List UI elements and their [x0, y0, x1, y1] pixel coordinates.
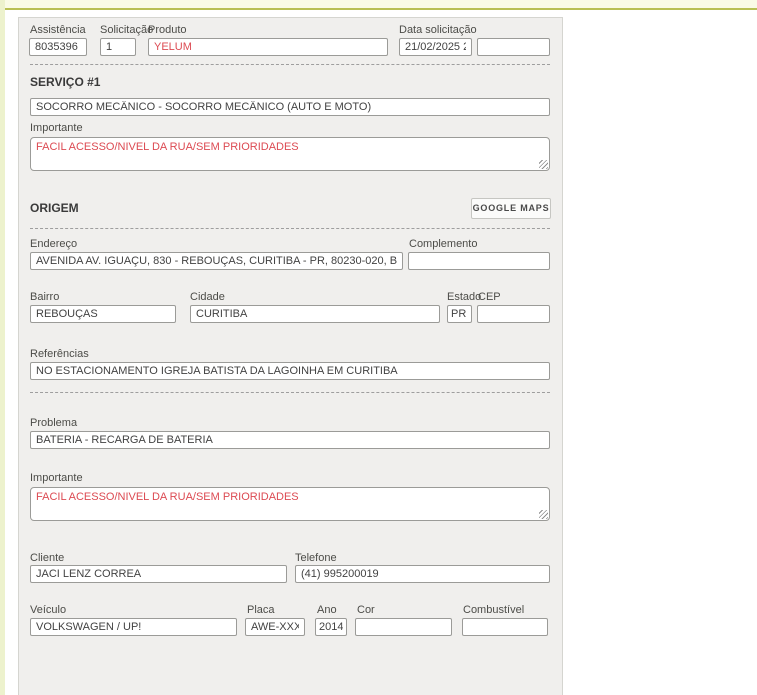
produto-label: Produto	[148, 24, 187, 36]
cor-label: Cor	[357, 604, 375, 616]
data-solicitacao-label: Data solicitação	[399, 24, 477, 36]
complemento-input[interactable]	[408, 252, 550, 270]
data-solicitacao-hora-input[interactable]	[477, 38, 550, 56]
ano-input[interactable]	[315, 618, 347, 636]
solicitacao-input[interactable]	[100, 38, 136, 56]
complemento-label: Complemento	[409, 238, 478, 250]
veiculo-input[interactable]	[30, 618, 237, 636]
problema-input[interactable]	[30, 431, 550, 449]
veiculo-label: Veículo	[30, 604, 67, 616]
combustivel-label: Combustível	[463, 604, 525, 616]
telefone-input[interactable]	[295, 565, 550, 583]
cep-input[interactable]	[477, 305, 550, 323]
endereco-input[interactable]	[30, 252, 403, 270]
bairro-input[interactable]	[30, 305, 176, 323]
placa-label: Placa	[247, 604, 275, 616]
assistencia-input[interactable]	[29, 38, 87, 56]
endereco-label: Endereço	[30, 238, 78, 250]
produto-input[interactable]	[148, 38, 388, 56]
servico-descricao-input[interactable]	[30, 98, 550, 116]
data-solicitacao-input[interactable]	[399, 38, 472, 56]
estado-label: Estado	[447, 291, 482, 303]
page: Assistência Solicitação Produto Data sol…	[0, 0, 757, 695]
bairro-label: Bairro	[30, 291, 60, 303]
solicitacao-label: Solicitação	[100, 24, 154, 36]
cliente-input[interactable]	[30, 565, 287, 583]
importante-textarea[interactable]: FACIL ACESSO/NIVEL DA RUA/SEM PRIORIDADE…	[30, 137, 550, 171]
assistencia-label: Assistência	[30, 24, 86, 36]
top-accent-band	[5, 0, 757, 8]
problema-label: Problema	[30, 417, 78, 429]
importante2-textarea[interactable]: FACIL ACESSO/NIVEL DA RUA/SEM PRIORIDADE…	[30, 487, 550, 521]
cor-input[interactable]	[355, 618, 452, 636]
cep-label: CEP	[478, 291, 501, 303]
combustivel-input[interactable]	[462, 618, 548, 636]
separator-2	[30, 228, 550, 229]
servico-heading: SERVIÇO #1	[30, 75, 101, 89]
referencias-input[interactable]	[30, 362, 550, 380]
referencias-label: Referências	[30, 348, 89, 360]
top-accent-line	[5, 8, 757, 10]
left-accent-strip	[0, 0, 5, 695]
ano-label: Ano	[317, 604, 337, 616]
google-maps-button[interactable]: GOOGLE MAPS	[471, 198, 551, 219]
cidade-input[interactable]	[190, 305, 440, 323]
cidade-label: Cidade	[190, 291, 225, 303]
separator-1	[30, 64, 550, 65]
estado-input[interactable]	[447, 305, 472, 323]
form-panel	[18, 17, 563, 695]
placa-input[interactable]	[245, 618, 305, 636]
separator-3	[30, 392, 550, 393]
importante2-label: Importante	[30, 472, 83, 484]
importante-label: Importante	[30, 122, 83, 134]
origem-heading: ORIGEM	[30, 201, 79, 215]
